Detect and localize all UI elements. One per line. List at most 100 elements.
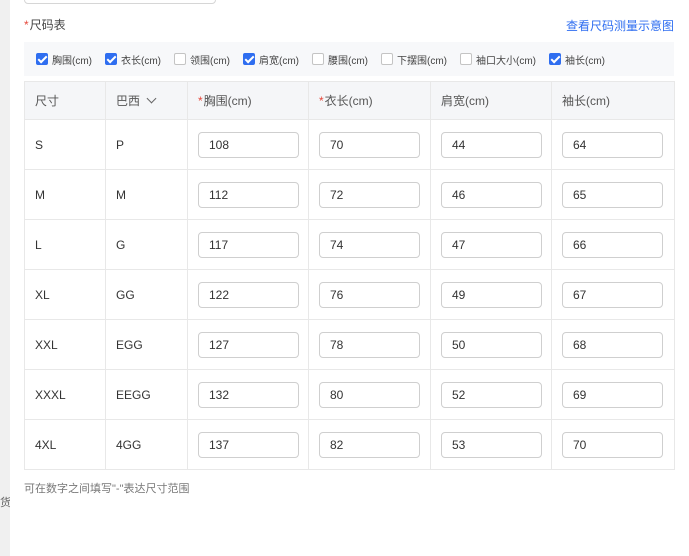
shoulder-input[interactable] xyxy=(441,281,542,308)
sleeve-cell xyxy=(551,169,675,220)
chest-cell xyxy=(187,169,309,220)
length-input[interactable] xyxy=(319,231,420,258)
option-label: 衣长(cm) xyxy=(121,55,161,67)
header-size: 尺寸 xyxy=(24,81,106,120)
size-chart-panel: *尺码表 查看尺码测量示意图 胸围(cm) 衣长(cm) 领围(cm) 肩宽(c… xyxy=(10,0,689,556)
checkbox[interactable] xyxy=(460,53,472,65)
option-label: 袖口大小(cm) xyxy=(476,55,536,67)
header-chest: *胸围(cm) xyxy=(187,81,309,120)
chest-input[interactable] xyxy=(198,281,299,308)
chest-cell xyxy=(187,419,309,470)
length-cell xyxy=(308,319,431,370)
chest-cell xyxy=(187,219,309,270)
shoulder-cell xyxy=(430,169,552,220)
shoulder-input[interactable] xyxy=(441,181,542,208)
sleeve-input[interactable] xyxy=(562,231,663,258)
option-label: 袖长(cm) xyxy=(565,55,605,67)
length-cell xyxy=(308,169,431,220)
option-label: 下摆围(cm) xyxy=(397,55,447,67)
chest-input[interactable] xyxy=(198,131,299,158)
option-waist[interactable]: 腰围(cm) xyxy=(312,52,368,67)
checkbox[interactable] xyxy=(312,53,324,65)
shoulder-input[interactable] xyxy=(441,381,542,408)
table-row: 4XL 4GG xyxy=(24,419,675,470)
required-mark: * xyxy=(319,94,324,108)
option-sleeve[interactable]: 袖长(cm) xyxy=(549,52,605,67)
length-cell xyxy=(308,369,431,420)
checkbox[interactable] xyxy=(243,53,255,65)
chevron-down-icon[interactable] xyxy=(146,93,157,104)
region-size-cell: GG xyxy=(105,269,188,320)
header-length-label: 衣长(cm) xyxy=(324,94,373,108)
table-row: MM xyxy=(24,169,675,220)
header-region[interactable]: 巴西 xyxy=(105,81,188,120)
region-size-cell: G xyxy=(105,219,188,270)
header-region-label: 巴西 xyxy=(116,94,141,108)
measurement-options: 胸围(cm) 衣长(cm) 领围(cm) 肩宽(cm) 腰围(cm) 下摆围(c… xyxy=(24,42,674,76)
size-cell: 4XL xyxy=(24,419,106,470)
shoulder-input[interactable] xyxy=(441,331,542,358)
required-mark: * xyxy=(24,18,29,32)
option-hem[interactable]: 下摆围(cm) xyxy=(381,52,447,67)
sleeve-input[interactable] xyxy=(562,181,663,208)
sleeve-cell xyxy=(551,269,675,320)
chest-input[interactable] xyxy=(198,381,299,408)
sleeve-input[interactable] xyxy=(562,431,663,458)
length-cell xyxy=(308,269,431,320)
shoulder-cell xyxy=(430,369,552,420)
chest-cell xyxy=(187,269,309,320)
checkbox[interactable] xyxy=(381,53,393,65)
sleeve-input[interactable] xyxy=(562,331,663,358)
chest-input[interactable] xyxy=(198,331,299,358)
length-input[interactable] xyxy=(319,131,420,158)
checkbox[interactable] xyxy=(549,53,561,65)
checkbox[interactable] xyxy=(36,53,48,65)
length-input[interactable] xyxy=(319,281,420,308)
size-cell: L xyxy=(24,219,106,270)
chest-input[interactable] xyxy=(198,431,299,458)
option-label: 肩宽(cm) xyxy=(259,55,299,67)
option-collar[interactable]: 领围(cm) xyxy=(174,52,230,67)
length-input[interactable] xyxy=(319,331,420,358)
required-mark: * xyxy=(198,94,203,108)
shoulder-input[interactable] xyxy=(441,231,542,258)
checkbox[interactable] xyxy=(174,53,186,65)
shoulder-cell xyxy=(430,119,552,170)
shoulder-cell xyxy=(430,219,552,270)
length-input[interactable] xyxy=(319,181,420,208)
sleeve-input[interactable] xyxy=(562,381,663,408)
previous-field-input[interactable] xyxy=(24,0,216,4)
sleeve-input[interactable] xyxy=(562,281,663,308)
chest-input[interactable] xyxy=(198,181,299,208)
size-cell: XXL xyxy=(24,319,106,370)
table-row: XL GG xyxy=(24,269,675,320)
shoulder-cell xyxy=(430,269,552,320)
left-background-strip: 货 xyxy=(0,0,11,556)
size-cell: M xyxy=(24,169,106,220)
table-header-row: 尺寸 巴西 *胸围(cm) *衣长(cm) 肩宽(cm) 袖长(cm) xyxy=(24,81,675,120)
chest-cell xyxy=(187,369,309,420)
sleeve-input[interactable] xyxy=(562,131,663,158)
chest-input[interactable] xyxy=(198,231,299,258)
length-cell xyxy=(308,219,431,270)
shoulder-input[interactable] xyxy=(441,431,542,458)
measurement-guide-link[interactable]: 查看尺码测量示意图 xyxy=(566,17,674,34)
sleeve-cell xyxy=(551,319,675,370)
length-cell xyxy=(308,119,431,170)
region-size-cell: M xyxy=(105,169,188,220)
sleeve-cell xyxy=(551,369,675,420)
shoulder-input[interactable] xyxy=(441,131,542,158)
length-input[interactable] xyxy=(319,381,420,408)
table-row: LG xyxy=(24,219,675,270)
size-cell: S xyxy=(24,119,106,170)
option-shoulder[interactable]: 肩宽(cm) xyxy=(243,52,299,67)
option-cuff[interactable]: 袖口大小(cm) xyxy=(460,52,536,67)
checkbox[interactable] xyxy=(105,53,117,65)
option-length[interactable]: 衣长(cm) xyxy=(105,52,161,67)
section-title: *尺码表 xyxy=(24,16,66,33)
size-cell: XL xyxy=(24,269,106,320)
shoulder-cell xyxy=(430,319,552,370)
length-input[interactable] xyxy=(319,431,420,458)
sleeve-cell xyxy=(551,419,675,470)
option-chest[interactable]: 胸围(cm) xyxy=(36,52,92,67)
